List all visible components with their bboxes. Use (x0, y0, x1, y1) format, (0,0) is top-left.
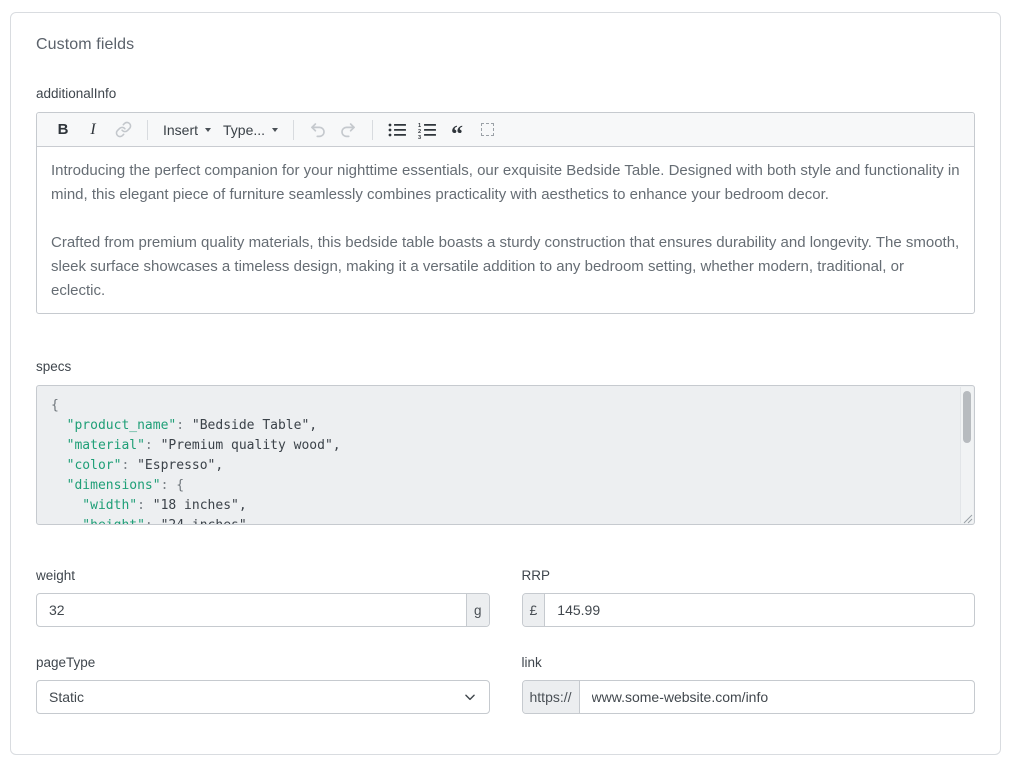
scrollbar-track[interactable] (960, 387, 973, 523)
italic-button[interactable]: I (80, 117, 106, 143)
numbered-list-icon: 123 (417, 121, 437, 139)
svg-text:3: 3 (418, 135, 421, 139)
weight-unit-addon: g (466, 594, 489, 626)
code-line: { (51, 396, 948, 416)
editor-content[interactable]: Introducing the perfect companion for yo… (37, 147, 974, 313)
weight-field: weight g (36, 568, 490, 627)
additional-info-field: additionalInfo B I Insert Type... (36, 86, 975, 314)
link-button[interactable] (110, 117, 136, 143)
resize-handle-icon[interactable] (961, 511, 973, 523)
toolbar-separator (372, 120, 373, 140)
url-scheme-addon: https:// (523, 681, 580, 713)
toolbar-separator (147, 120, 148, 140)
blockquote-icon: “ (451, 120, 463, 140)
rrp-field: RRP £ (522, 568, 976, 627)
editor-toolbar: B I Insert Type... (37, 113, 974, 147)
insert-menu-button[interactable]: Insert (159, 117, 215, 143)
custom-fields-card: Custom fields additionalInfo B I Insert … (10, 12, 1001, 755)
weight-label: weight (36, 568, 490, 583)
currency-addon: £ (523, 594, 546, 626)
code-line: "width": "18 inches", (51, 496, 948, 516)
editor-paragraph: Introducing the perfect companion for yo… (51, 159, 960, 207)
page-type-field: pageType Static (36, 655, 490, 714)
pagetype-link-row: pageType Static link https:// (36, 655, 975, 714)
specs-code-editor[interactable]: { "product_name": "Bedside Table", "mate… (36, 385, 975, 525)
bullet-list-button[interactable] (384, 117, 410, 143)
code-line: "height": "24 inches", (51, 516, 948, 525)
type-menu-button[interactable]: Type... (219, 117, 282, 143)
bullet-list-icon (387, 121, 407, 139)
code-line: "color": "Espresso", (51, 456, 948, 476)
weight-rrp-row: weight g RRP £ (36, 568, 975, 627)
page-type-label: pageType (36, 655, 490, 670)
bold-button[interactable]: B (50, 117, 76, 143)
link-icon (115, 121, 132, 138)
code-line: "material": "Premium quality wood", (51, 436, 948, 456)
specs-field: specs { "product_name": "Bedside Table",… (36, 359, 975, 525)
editor-paragraph: Crafted from premium quality materials, … (51, 231, 960, 303)
chevron-down-icon (463, 690, 477, 704)
chevron-down-icon (205, 128, 211, 132)
link-input[interactable] (580, 681, 974, 713)
specs-label: specs (36, 359, 975, 374)
code-line: "dimensions": { (51, 476, 948, 496)
weight-input-group: g (36, 593, 490, 627)
dashed-square-icon (481, 123, 494, 136)
undo-icon (309, 121, 327, 139)
blockquote-button[interactable]: “ (444, 117, 470, 143)
container-block-button[interactable] (474, 117, 500, 143)
code-line: "product_name": "Bedside Table", (51, 416, 948, 436)
type-menu-label: Type... (223, 122, 265, 138)
rrp-input[interactable] (545, 594, 974, 626)
toolbar-separator (293, 120, 294, 140)
page-title: Custom fields (36, 36, 975, 54)
rrp-input-group: £ (522, 593, 976, 627)
page-type-selected-value: Static (49, 689, 84, 705)
link-field: link https:// (522, 655, 976, 714)
additional-info-label: additionalInfo (36, 86, 975, 101)
undo-button[interactable] (305, 117, 331, 143)
numbered-list-button[interactable]: 123 (414, 117, 440, 143)
page-type-select[interactable]: Static (36, 680, 490, 714)
redo-icon (339, 121, 357, 139)
link-input-group: https:// (522, 680, 976, 714)
rich-text-editor: B I Insert Type... (36, 112, 975, 314)
link-label: link (522, 655, 976, 670)
rrp-label: RRP (522, 568, 976, 583)
insert-menu-label: Insert (163, 122, 198, 138)
scrollbar-thumb[interactable] (963, 391, 971, 443)
weight-input[interactable] (37, 594, 466, 626)
redo-button[interactable] (335, 117, 361, 143)
chevron-down-icon (272, 128, 278, 132)
